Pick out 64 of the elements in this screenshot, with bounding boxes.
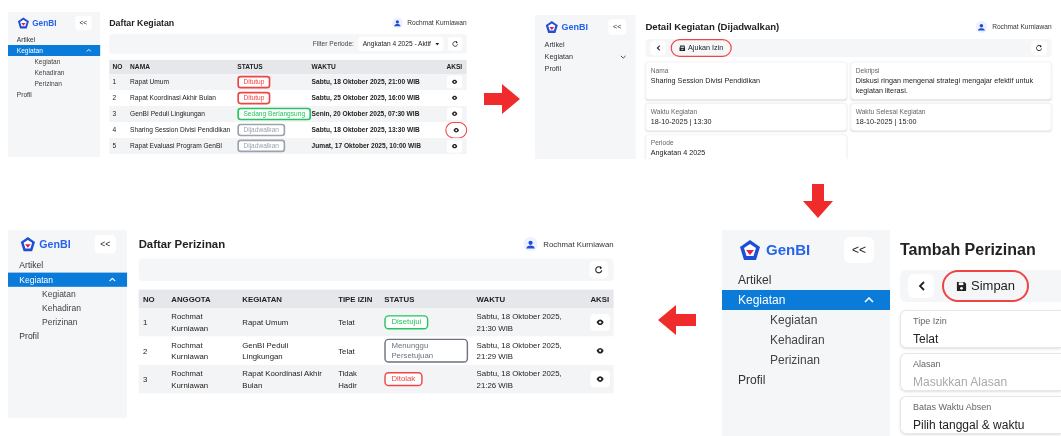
- back-button[interactable]: [908, 274, 934, 298]
- action-button[interactable]: Simpan: [942, 270, 1030, 302]
- inbox-icon: [679, 44, 686, 52]
- logo-icon: [544, 20, 559, 34]
- refresh-button[interactable]: [1031, 40, 1047, 56]
- nav-subitem[interactable]: Kegiatan: [8, 286, 128, 301]
- save-icon: [956, 280, 967, 292]
- view-button[interactable]: [590, 313, 611, 331]
- right-arrow: [484, 84, 520, 114]
- brand-name: GenBI: [39, 236, 71, 252]
- nav-item[interactable]: Profil: [8, 329, 128, 344]
- avatar-icon: [391, 17, 403, 29]
- eye-icon: [451, 79, 458, 85]
- logo-icon: [19, 236, 37, 252]
- eye-icon: [451, 111, 458, 117]
- field-label: Batas Waktu Absen: [913, 401, 993, 414]
- view-button[interactable]: [590, 370, 611, 388]
- page-title: Detail Kegiatan (Dijadwalkan): [645, 20, 780, 34]
- nav-subitem[interactable]: Perizinan: [8, 315, 128, 330]
- text-field[interactable]: Alasan Masukkan Alasan: [900, 353, 1061, 391]
- nav-item[interactable]: Profil: [722, 370, 890, 390]
- refresh-icon: [594, 265, 603, 274]
- nav-subitem[interactable]: Kehadiran: [8, 301, 128, 316]
- logo-icon: [738, 239, 762, 261]
- avatar-icon: [523, 237, 538, 252]
- collapse-button[interactable]: <<: [94, 234, 116, 254]
- page-title: Daftar Kegiatan: [109, 17, 175, 30]
- back-button[interactable]: [650, 40, 666, 56]
- nav-item[interactable]: Kegiatan: [8, 272, 128, 287]
- nav-item[interactable]: Kegiatan: [722, 290, 890, 310]
- collapse-button[interactable]: <<: [844, 237, 874, 263]
- logo-icon: [16, 16, 30, 30]
- eye-icon: [451, 143, 458, 149]
- eye-icon: [451, 95, 458, 101]
- view-button[interactable]: [446, 139, 463, 153]
- field-value: Pilih tanggal & waktu: [913, 416, 1026, 434]
- eye-icon: [452, 127, 460, 133]
- nav-item[interactable]: Artikel: [722, 270, 890, 290]
- eye-icon: [595, 318, 605, 326]
- refresh-button[interactable]: [448, 37, 463, 51]
- eye-icon: [595, 375, 605, 383]
- nav-subitem[interactable]: Kehadiran: [722, 330, 890, 350]
- nav-item[interactable]: Artikel: [8, 258, 128, 273]
- page-title: Tambah Perizinan: [900, 240, 1036, 260]
- nav-subitem[interactable]: Perizinan: [722, 350, 890, 370]
- chevron-up-icon: [864, 297, 874, 303]
- view-button[interactable]: [446, 75, 463, 89]
- brand-name: GenBI: [766, 239, 811, 260]
- nav-subitem[interactable]: Kegiatan: [722, 310, 890, 330]
- input-field[interactable]: Masukkan Alasan: [913, 372, 1049, 391]
- brand-name: GenBI: [32, 16, 57, 30]
- left-arrow: [658, 305, 696, 335]
- chevron-left-icon: [917, 281, 925, 291]
- refresh-button[interactable]: [589, 261, 608, 279]
- field-value: Telat: [913, 330, 940, 348]
- down-arrow: [803, 184, 833, 218]
- field-label: Alasan: [913, 358, 942, 371]
- caret-icon: [435, 42, 440, 46]
- view-button[interactable]: [446, 107, 463, 121]
- brand-name: GenBI: [561, 20, 588, 34]
- avatar-icon: [975, 21, 988, 33]
- page-title: Daftar Perizinan: [138, 236, 226, 252]
- field-label: Tipe Izin: [913, 315, 948, 328]
- eye-icon: [595, 347, 605, 355]
